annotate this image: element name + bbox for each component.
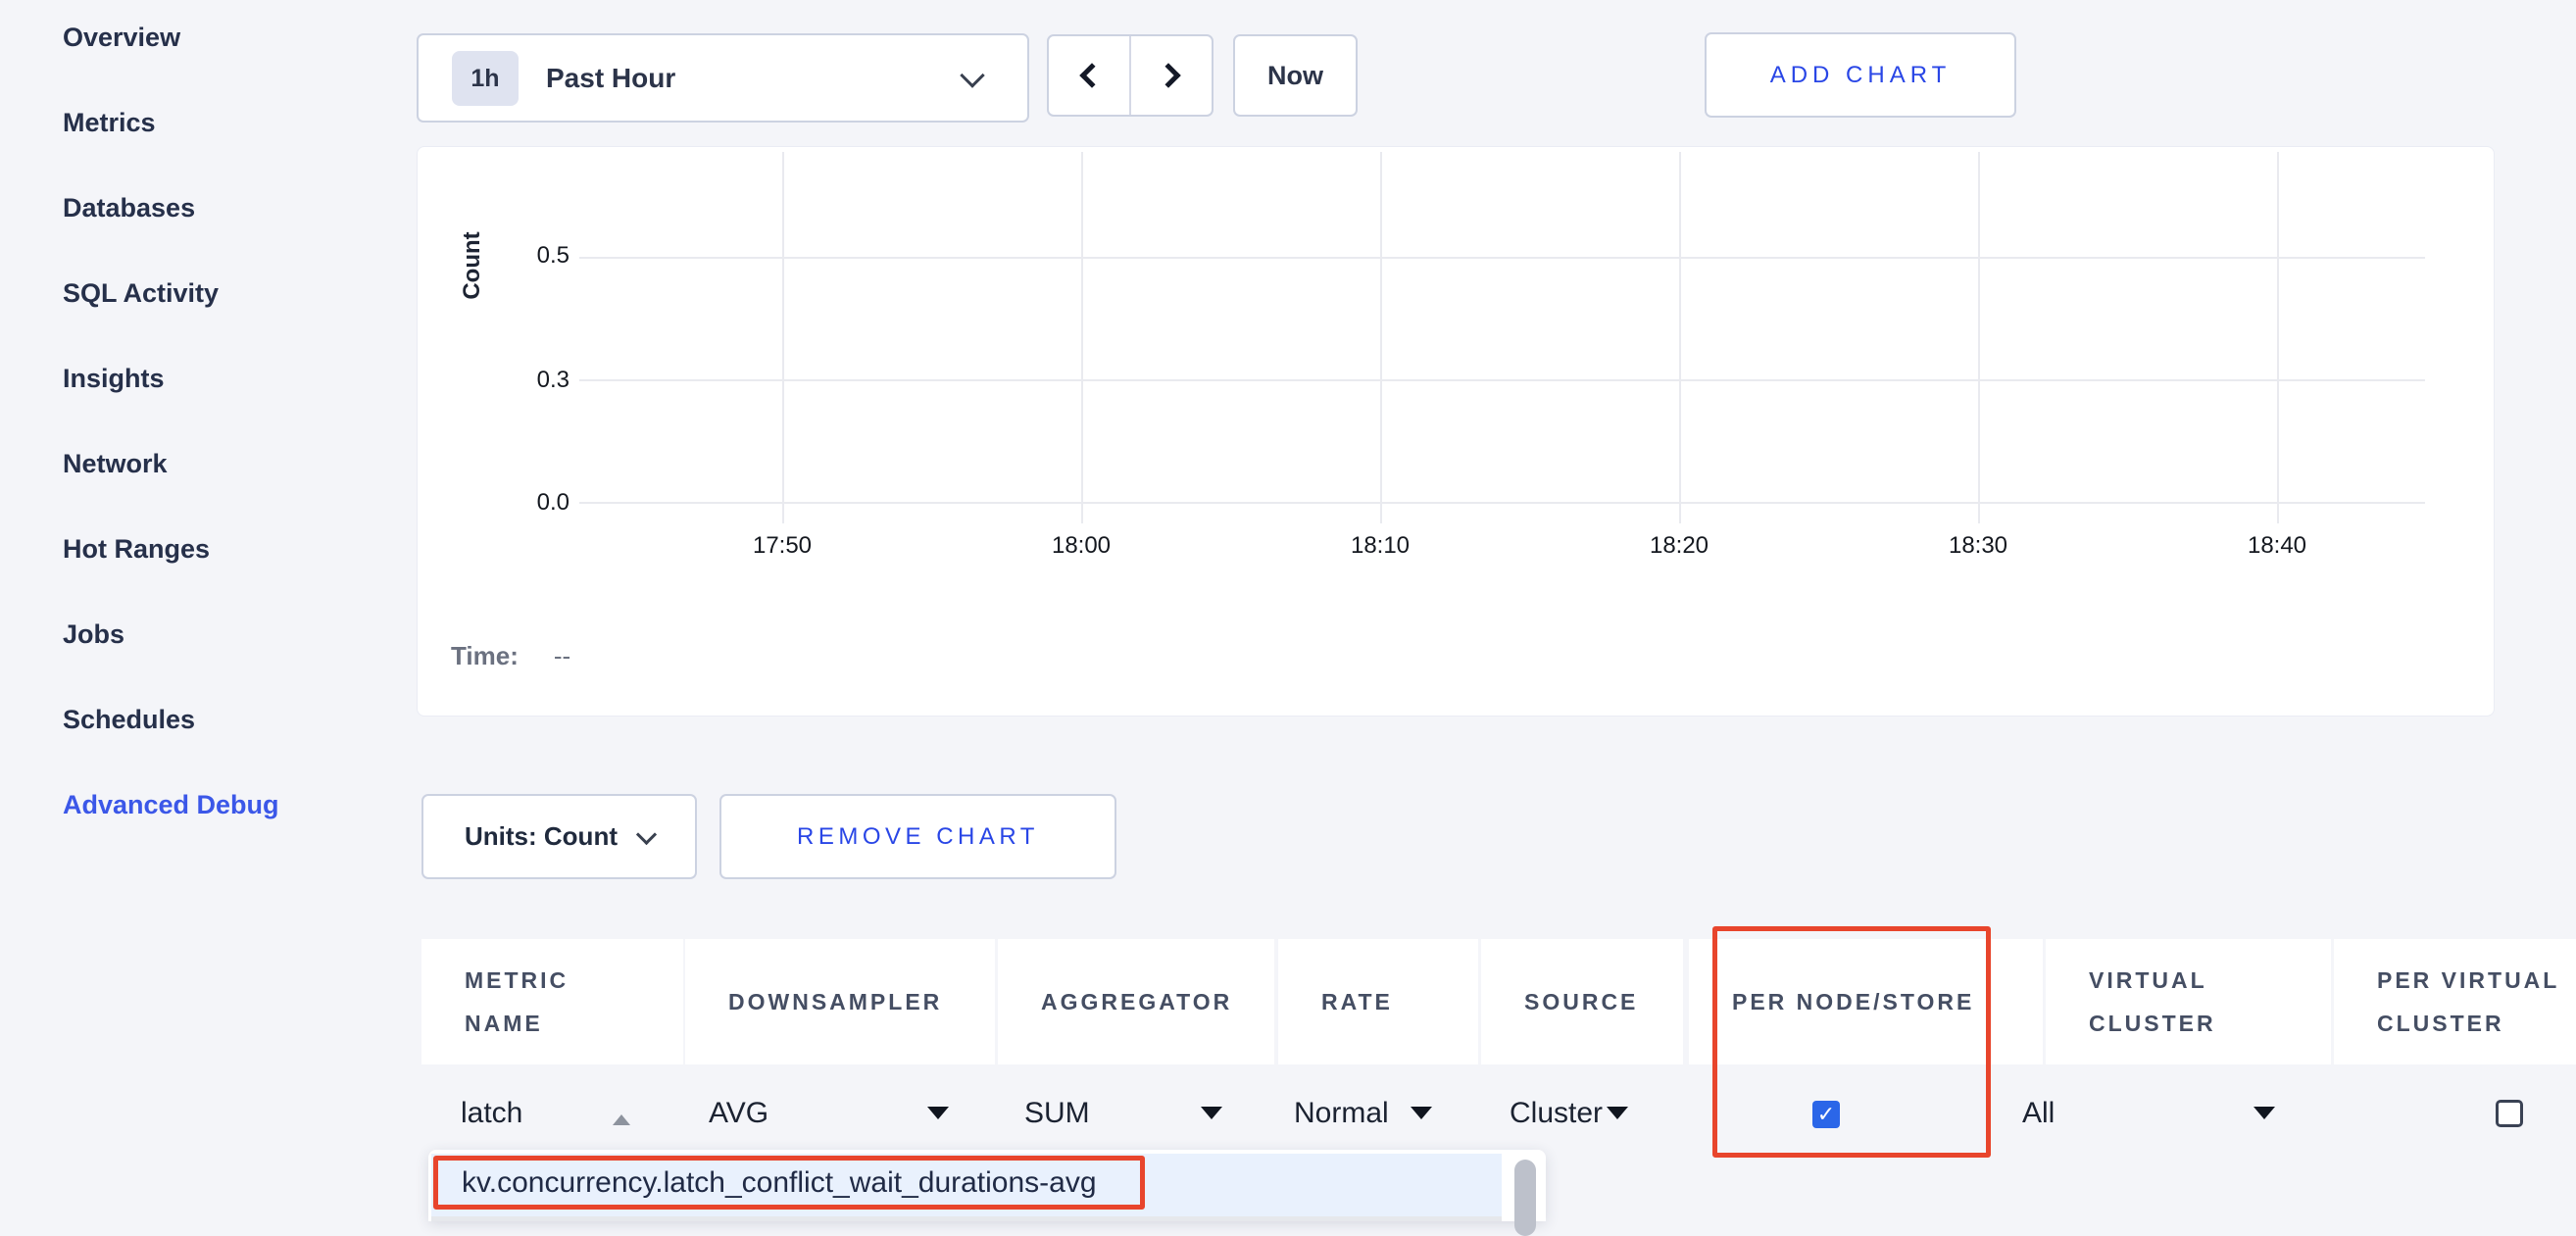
table-column-header-label: RATE [1321, 980, 1393, 1023]
gridline-vertical [1978, 152, 1980, 523]
gridline-vertical [2277, 152, 2279, 523]
sidebar-item[interactable]: SQL Activity [63, 278, 279, 308]
sidebar-item[interactable]: Metrics [63, 108, 279, 137]
sidebar-item[interactable]: Insights [63, 364, 279, 393]
list-item-divider [431, 1216, 1502, 1221]
caret-down-icon[interactable] [2254, 1107, 2275, 1119]
sidebar-item[interactable]: Advanced Debug [63, 790, 279, 819]
table-column-header-label: VIRTUAL CLUSTER [2089, 959, 2329, 1045]
gridline-vertical [782, 152, 784, 523]
x-tick-label: 18:20 [1650, 532, 1709, 560]
gridline-vertical [1380, 152, 1382, 523]
time-caption-label: Time: [451, 641, 519, 671]
caret-down-icon[interactable] [927, 1107, 949, 1119]
remove-chart-button[interactable]: REMOVE CHART [719, 794, 1116, 879]
sidebar-item[interactable]: Jobs [63, 619, 279, 649]
time-pager [1047, 34, 1214, 117]
custom-chart-card[interactable]: Count 0.5 0.3 0.0 17:50 18:00 18:10 18:2… [417, 146, 2495, 717]
gridline-horizontal [579, 379, 2425, 381]
y-tick-label: 0.5 [457, 241, 570, 271]
metric-suggestion-item[interactable]: kv.concurrency.latch_conflict_wait_durat… [431, 1154, 1502, 1216]
x-tick-label: 18:30 [1949, 532, 2007, 560]
table-column-header: RATE [1278, 939, 1478, 1064]
table-column-header-label: AGGREGATOR [1041, 980, 1232, 1023]
table-column-header: SOURCE [1481, 939, 1683, 1064]
time-range-label: Past Hour [546, 63, 675, 94]
gridline-horizontal [579, 502, 2425, 504]
sidebar-item[interactable]: Databases [63, 193, 279, 222]
x-tick-label: 18:40 [2248, 532, 2306, 560]
sidebar-item[interactable]: Overview [63, 23, 279, 52]
next-range-button[interactable] [1129, 36, 1212, 115]
table-column-header-label: SOURCE [1524, 980, 1638, 1023]
metric-table-header: METRIC NAME DOWNSAMPLER AGGREGATOR RATE … [0, 939, 2576, 1064]
x-tick-label: 18:10 [1351, 532, 1410, 560]
time-range-select[interactable]: 1h Past Hour [417, 33, 1029, 123]
per-node-store-checkbox[interactable]: ✓ [1812, 1101, 1840, 1128]
hover-time-caption: Time: -- [451, 641, 570, 671]
time-range-badge: 1h [452, 51, 519, 106]
chevron-down-icon [636, 824, 657, 845]
table-column-header-label: METRIC NAME [465, 959, 636, 1045]
aggregator-select[interactable]: SUM [1024, 1099, 1090, 1128]
sidebar-item[interactable]: Network [63, 449, 279, 478]
table-column-header: PER NODE/STORE [1689, 939, 2043, 1064]
now-button[interactable]: Now [1233, 34, 1358, 117]
table-column-header-label: DOWNSAMPLER [728, 980, 942, 1023]
sidebar-item[interactable]: Hot Ranges [63, 534, 279, 564]
sidebar-item[interactable]: Schedules [63, 705, 279, 734]
metric-name-input[interactable]: latch [461, 1099, 522, 1128]
table-column-header: AGGREGATOR [998, 939, 1274, 1064]
table-column-header: VIRTUAL CLUSTER [2046, 939, 2331, 1064]
metric-suggestions-dropdown: kv.concurrency.latch_conflict_wait_durat… [428, 1150, 1546, 1221]
units-select[interactable]: Units: Count [421, 794, 697, 879]
gridline-horizontal [579, 257, 2425, 259]
table-column-header: PER VIRTUAL CLUSTER [2334, 939, 2576, 1064]
scrollbar-thumb[interactable] [1514, 1160, 1536, 1236]
gridline-vertical [1679, 152, 1681, 523]
checkmark-icon: ✓ [1812, 1101, 1840, 1128]
add-chart-button[interactable]: ADD CHART [1705, 32, 2016, 118]
sort-asc-icon[interactable] [613, 1114, 630, 1125]
caret-down-icon[interactable] [1607, 1107, 1628, 1119]
virtual-cluster-select[interactable]: All [2022, 1099, 2055, 1128]
per-virtual-cluster-checkbox[interactable] [2496, 1100, 2523, 1127]
y-tick-label: 0.0 [457, 488, 570, 518]
gridline-vertical [1081, 152, 1083, 523]
sidebar-nav: Overview Metrics Databases SQL Activity … [63, 23, 279, 819]
table-column-header: DOWNSAMPLER [685, 939, 995, 1064]
table-column-header: METRIC NAME [421, 939, 683, 1064]
table-column-header-label: PER VIRTUAL CLUSTER [2377, 959, 2576, 1045]
x-tick-label: 18:00 [1052, 532, 1111, 560]
source-select[interactable]: Cluster [1510, 1099, 1603, 1128]
table-column-header-label: PER NODE/STORE [1732, 980, 1982, 1023]
chevron-down-icon [960, 63, 984, 87]
x-tick-label: 17:50 [753, 532, 812, 560]
time-caption-value: -- [554, 641, 570, 671]
caret-down-icon[interactable] [1201, 1107, 1222, 1119]
rate-select[interactable]: Normal [1294, 1099, 1389, 1128]
y-tick-label: 0.3 [457, 366, 570, 395]
chevron-left-icon [1079, 63, 1104, 87]
chevron-right-icon [1156, 63, 1180, 87]
caret-down-icon[interactable] [1411, 1107, 1432, 1119]
units-select-label: Units: Count [465, 821, 618, 852]
downsampler-select[interactable]: AVG [709, 1099, 768, 1128]
prev-range-button[interactable] [1049, 36, 1129, 115]
